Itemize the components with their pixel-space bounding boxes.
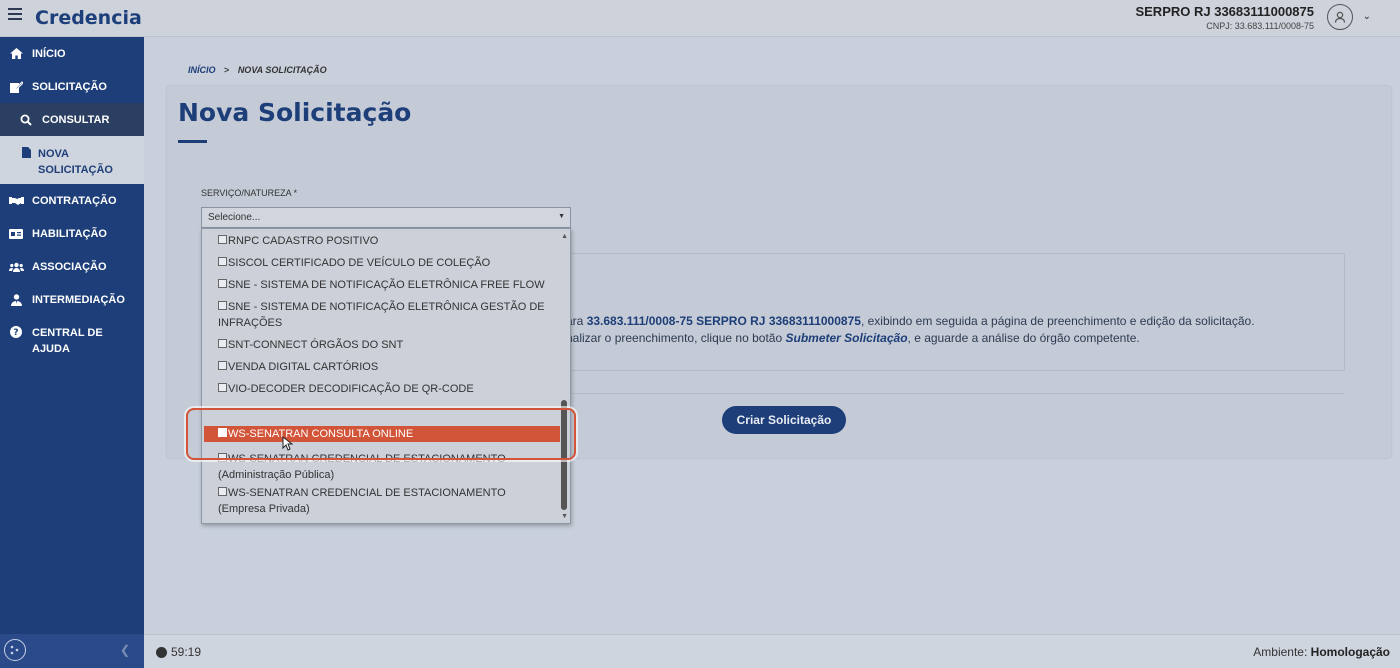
timer-value: 59:19 [171, 645, 202, 659]
checkbox[interactable] [218, 487, 227, 496]
sidebar-item-label: CONSULTAR [42, 113, 110, 126]
service-options-list[interactable]: RNPC CADASTRO POSITIVO SISCOL CERTIFICAD… [201, 228, 571, 524]
user-avatar-icon[interactable] [1327, 4, 1353, 30]
breadcrumb: INÍCIO > NOVA SOLICITAÇÃO [188, 65, 327, 75]
list-item[interactable]: VIO-DECODER DECODIFICAÇÃO DE QR-CODE [218, 381, 548, 397]
checkbox[interactable] [218, 301, 227, 310]
list-item[interactable]: VENDA DIGITAL CARTÓRIOS [218, 359, 548, 375]
edit-icon [8, 80, 24, 93]
question-icon: ? [8, 326, 24, 338]
sidebar-item-consultar[interactable]: CONSULTAR [0, 103, 144, 136]
checkbox[interactable] [218, 235, 227, 244]
sidebar: INÍCIO SOLICITAÇÃO CONSULTAR NOVA SOLICI… [0, 37, 144, 668]
sidebar-item-label: INTERMEDIAÇÃO [32, 293, 125, 306]
list-item[interactable]: SNE - SISTEMA DE NOTIFICAÇÃO ELETRÔNICA … [218, 299, 548, 331]
checkbox[interactable] [218, 279, 227, 288]
mouse-cursor-icon [282, 435, 294, 456]
title-underline [178, 140, 207, 143]
checkbox[interactable] [218, 361, 227, 370]
checkbox[interactable] [218, 383, 227, 392]
session-timer: 59:19 [156, 645, 201, 659]
list-item[interactable]: SNE - SISTEMA DE NOTIFICAÇÃO ELETRÔNICA … [218, 277, 548, 293]
cookie-icon[interactable] [4, 639, 26, 661]
checkbox[interactable] [218, 257, 227, 266]
list-item[interactable]: SISCOL CERTIFICADO DE VEÍCULO DE COLEÇÃO [218, 255, 548, 271]
sidebar-item-solicitacao[interactable]: SOLICITAÇÃO [0, 70, 144, 103]
list-item[interactable]: SNT-CONNECT ÓRGÃOS DO SNT [218, 337, 548, 353]
file-icon [18, 147, 34, 158]
sidebar-item-label: CONTRATAÇÃO [32, 194, 117, 207]
divider [520, 393, 1345, 394]
sidebar-item-label: SOLICITAÇÃO [32, 80, 107, 93]
sidebar-item-associacao[interactable]: ASSOCIAÇÃO [0, 250, 144, 283]
sidebar-item-intermediacao[interactable]: INTERMEDIAÇÃO [0, 283, 144, 316]
scroll-up-icon[interactable]: ▲ [561, 233, 568, 240]
create-request-button[interactable]: Criar Solicitação [722, 406, 846, 434]
brand-logo[interactable]: Credencia [35, 7, 142, 29]
list-item[interactable]: WS-SENATRAN CREDENCIAL DE ESTACIONAMENTO… [218, 485, 548, 517]
menu-icon[interactable] [8, 8, 22, 22]
user-tie-icon [8, 293, 24, 306]
id-card-icon [8, 228, 24, 239]
top-bar: Credencia SERPRO RJ 33683111000875 CNPJ:… [0, 0, 1400, 37]
org-name: SERPRO RJ 33683111000875 [1135, 4, 1314, 19]
service-select[interactable]: Selecione... ▼ [201, 207, 571, 228]
select-value: Selecione... [208, 212, 261, 223]
chevron-down-icon[interactable]: ⌄ [1363, 11, 1371, 22]
chevron-left-icon[interactable]: ❮ [120, 643, 130, 657]
svg-text:?: ? [13, 328, 18, 338]
bottom-bar: 59:19 Ambiente: Homologação [144, 634, 1400, 668]
checkbox[interactable] [218, 339, 227, 348]
caret-down-icon: ▼ [558, 213, 565, 220]
sidebar-item-label: CENTRAL DE AJUDA [32, 327, 103, 355]
sidebar-item-label: INÍCIO [32, 47, 66, 60]
sidebar-footer: ❮ [0, 634, 144, 668]
search-icon [18, 114, 34, 126]
sidebar-item-contratacao[interactable]: CONTRATAÇÃO [0, 184, 144, 217]
sidebar-item-label: NOVA SOLICITAÇÃO [38, 148, 113, 176]
page-title: Nova Solicitação [178, 98, 412, 127]
sidebar-item-label: HABILITAÇÃO [32, 227, 107, 240]
breadcrumb-home[interactable]: INÍCIO [188, 65, 216, 75]
clock-icon [156, 646, 167, 658]
sidebar-item-inicio[interactable]: INÍCIO [0, 37, 144, 70]
home-icon [8, 48, 24, 59]
info-line-2: nalizar o preenchimento, clique no botão… [566, 331, 1140, 345]
info-box [520, 253, 1345, 371]
sidebar-item-label: ASSOCIAÇÃO [32, 260, 107, 273]
users-icon [8, 262, 24, 272]
org-cnpj: CNPJ: 33.683.111/0008-75 [1206, 21, 1314, 31]
sidebar-item-nova-solicitacao[interactable]: NOVA SOLICITAÇÃO [0, 136, 144, 184]
sidebar-item-central-de-ajuda[interactable]: ? CENTRAL DE AJUDA [0, 316, 144, 366]
highlight-frame [186, 408, 576, 460]
breadcrumb-separator: > [224, 65, 230, 75]
info-line-1: ara 33.683.111/0008-75 SERPRO RJ 3368311… [566, 314, 1255, 328]
scroll-down-icon[interactable]: ▼ [561, 513, 568, 520]
sidebar-item-habilitacao[interactable]: HABILITAÇÃO [0, 217, 144, 250]
environment-label: Ambiente: Homologação [1253, 645, 1390, 659]
handshake-icon [8, 196, 24, 206]
service-label: SERVIÇO/NATUREZA * [201, 188, 298, 198]
list-item[interactable]: RNPC CADASTRO POSITIVO [218, 233, 548, 249]
breadcrumb-current: NOVA SOLICITAÇÃO [237, 65, 327, 75]
